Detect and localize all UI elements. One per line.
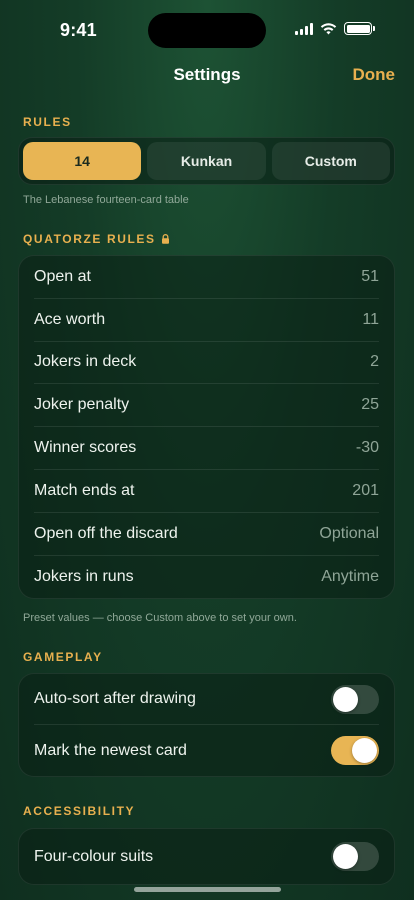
rules-option-kunkan[interactable]: Kunkan — [147, 142, 266, 180]
rule-row-open-off-discard[interactable]: Open off the discard Optional — [34, 513, 379, 556]
mark-newest-card-row: Mark the newest card — [34, 725, 379, 776]
quatorze-rules-header-text: QUATORZE RULES — [23, 232, 156, 246]
rule-label: Open at — [34, 267, 91, 285]
rule-row-jokers-in-runs[interactable]: Jokers in runs Anytime — [34, 556, 379, 599]
rule-label: Match ends at — [34, 481, 135, 499]
rule-value: Optional — [319, 524, 379, 542]
rule-label: Winner scores — [34, 439, 137, 457]
status-time: 9:41 — [60, 20, 97, 40]
battery-icon — [344, 22, 375, 35]
auto-sort-row: Auto-sort after drawing — [34, 674, 379, 725]
four-colour-suits-label: Four-colour suits — [34, 847, 154, 865]
wifi-icon — [320, 22, 337, 34]
toggle-knob — [352, 738, 377, 763]
rule-row-joker-penalty[interactable]: Joker penalty 25 — [34, 384, 379, 428]
toggle-knob — [333, 686, 358, 712]
cellular-signal-icon — [295, 22, 313, 35]
rules-option-custom[interactable]: Custom — [271, 142, 390, 180]
four-colour-suits-toggle[interactable] — [331, 842, 379, 871]
rules-option-14[interactable]: 14 — [23, 142, 142, 180]
rule-label: Ace worth — [34, 310, 106, 328]
rule-value: 51 — [361, 267, 379, 285]
quatorze-rules-list: Open at 51 Ace worth 11 Jokers in deck 2… — [18, 255, 395, 600]
four-colour-suits-row: Four-colour suits — [34, 829, 379, 884]
accessibility-list: Four-colour suits — [18, 828, 395, 885]
gameplay-section-header: GAMEPLAY — [23, 650, 103, 664]
rule-row-match-ends-at[interactable]: Match ends at 201 — [34, 470, 379, 513]
rule-value: 25 — [361, 396, 379, 414]
dynamic-island — [148, 13, 266, 48]
status-bar: 9:41 — [0, 0, 414, 60]
auto-sort-label: Auto-sort after drawing — [34, 690, 196, 707]
home-indicator — [134, 887, 281, 892]
rule-value: 11 — [362, 310, 379, 328]
mark-newest-card-toggle[interactable] — [331, 736, 379, 765]
rule-value: 2 — [370, 353, 379, 371]
rule-row-jokers-in-deck[interactable]: Jokers in deck 2 — [34, 342, 379, 385]
rule-label: Joker penalty — [34, 396, 130, 414]
rules-section-header: RULES — [23, 115, 72, 129]
done-button[interactable]: Done — [353, 65, 396, 85]
rule-value: 201 — [352, 481, 379, 499]
rule-value: -30 — [355, 439, 379, 457]
rule-label: Jokers in runs — [34, 567, 134, 585]
quatorze-rules-caption: Preset values — choose Custom above to s… — [23, 612, 297, 624]
status-icons — [295, 22, 375, 35]
auto-sort-toggle[interactable] — [331, 684, 379, 714]
toggle-knob — [333, 844, 358, 869]
mark-newest-card-label: Mark the newest card — [34, 741, 187, 759]
rule-row-winner-scores[interactable]: Winner scores -30 — [34, 427, 379, 470]
rule-row-open-at[interactable]: Open at 51 — [34, 256, 379, 299]
rules-segmented-control: 14 Kunkan Custom — [18, 137, 395, 185]
quatorze-rules-section-header: QUATORZE RULES — [23, 232, 170, 246]
lock-icon — [161, 234, 169, 244]
accessibility-section-header: ACCESSIBILITY — [23, 804, 136, 818]
rule-value: Anytime — [321, 567, 379, 585]
navigation-bar: Settings Done — [0, 60, 414, 90]
rule-label: Open off the discard — [34, 524, 178, 542]
rules-caption: The Lebanese fourteen-card table — [23, 194, 189, 206]
rule-row-ace-worth[interactable]: Ace worth 11 — [34, 299, 379, 342]
rule-label: Jokers in deck — [34, 353, 137, 371]
gameplay-list: Auto-sort after drawing Mark the newest … — [18, 673, 395, 777]
